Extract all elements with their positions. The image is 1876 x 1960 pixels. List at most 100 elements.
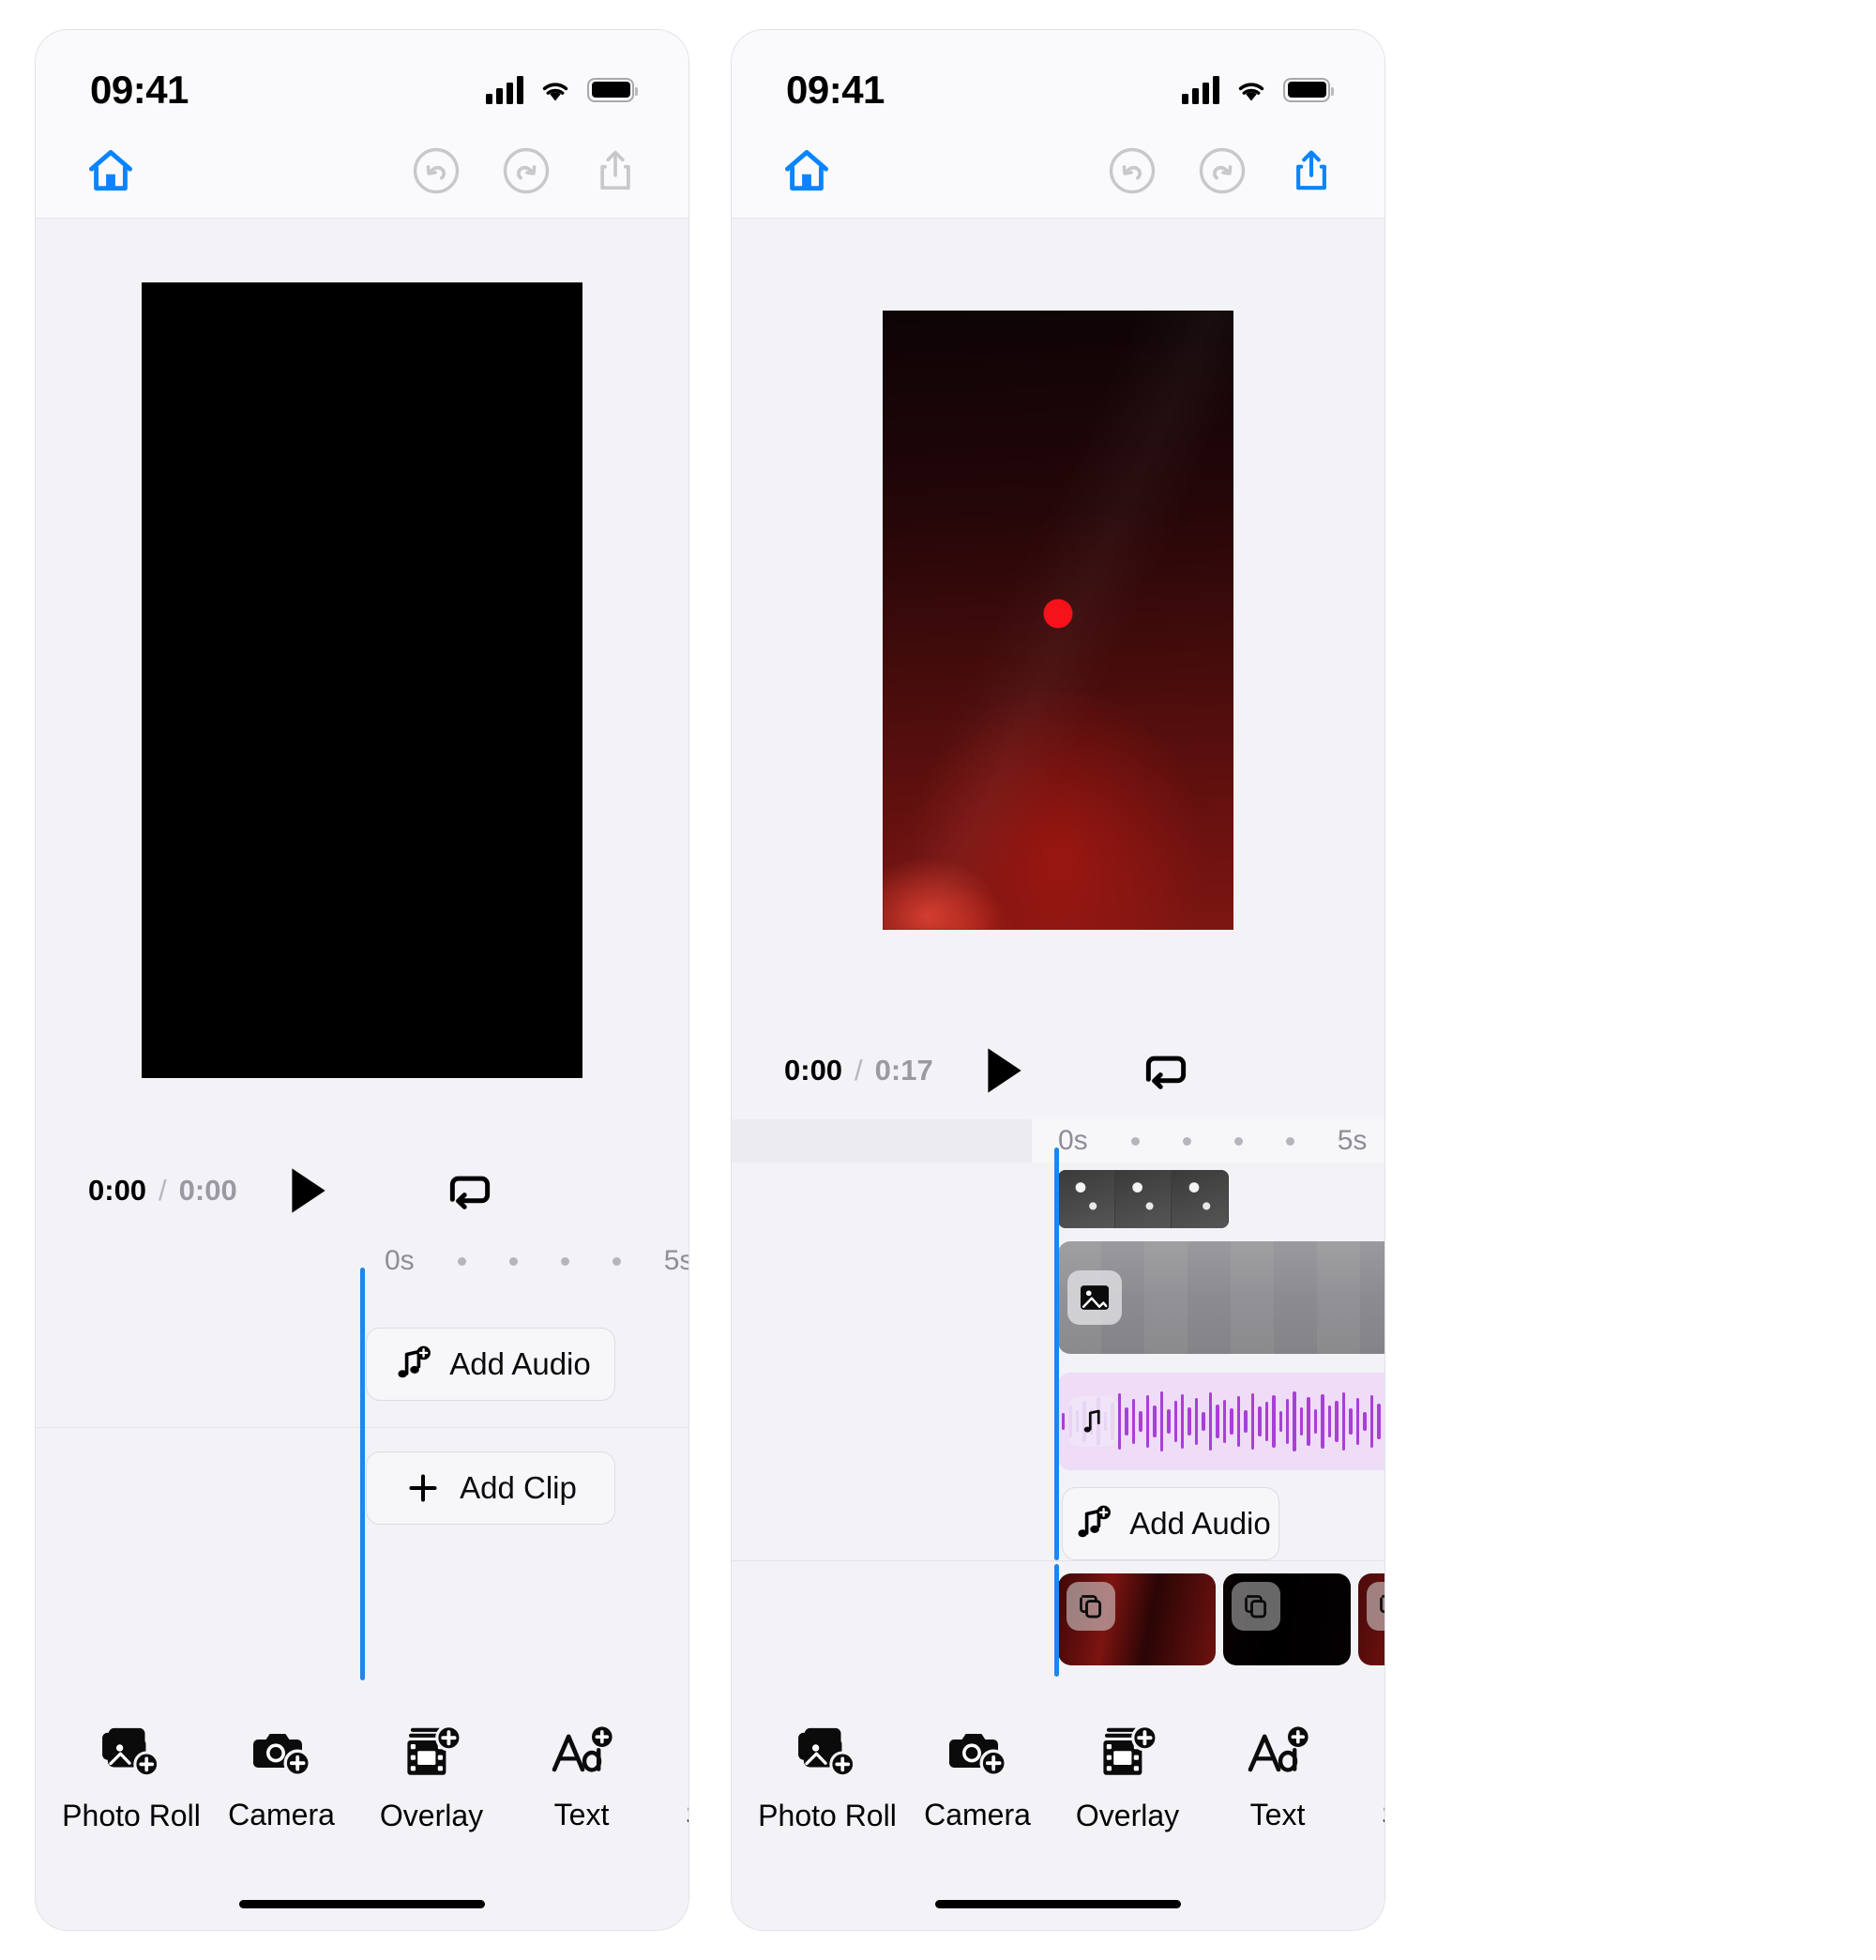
ruler-tick-0s: 0s <box>1058 1125 1088 1156</box>
status-indicators <box>486 75 638 104</box>
preview-canvas-video <box>883 311 1233 930</box>
add-audio-label: Add Audio <box>449 1346 591 1381</box>
nav-actions <box>411 145 640 201</box>
tool-label: Sticker <box>686 1798 688 1832</box>
home-indicator <box>36 1877 688 1930</box>
clip-thumbnail[interactable] <box>1058 1573 1216 1665</box>
playhead[interactable] <box>1054 1147 1059 1560</box>
add-audio-button[interactable]: Add Audio <box>1062 1487 1279 1560</box>
loop-button[interactable] <box>378 1167 562 1214</box>
timeline-empty[interactable]: 0s 5s 1 <box>36 1239 688 1680</box>
clip-strip[interactable] <box>732 1560 1384 1680</box>
music-note-plus-icon <box>398 1345 431 1378</box>
playback-controls <box>933 1045 1384 1096</box>
video-track-clip[interactable] <box>1058 1241 1384 1354</box>
tool-sticker[interactable]: Sticker <box>657 1726 688 1832</box>
ruler-dot <box>1233 1136 1243 1146</box>
tool-text[interactable]: Text <box>1203 1725 1353 1832</box>
tool-camera[interactable]: Camera <box>902 1726 1052 1832</box>
tool-label: Text <box>1249 1797 1306 1831</box>
phone-panel-empty-project: 09:41 0:00 / 0:00 0s 5s Add Audio Add Cl… <box>36 30 688 1930</box>
tool-overlay[interactable]: Overlay <box>1052 1724 1203 1833</box>
ruler-dot <box>1182 1136 1191 1146</box>
tool-camera[interactable]: Camera <box>206 1726 356 1832</box>
collapse-timeline-button[interactable] <box>562 1175 688 1207</box>
tool-label: Sticker <box>1382 1798 1384 1832</box>
video-preview-area[interactable] <box>732 219 1384 1022</box>
add-audio-button[interactable]: Add Audio <box>366 1328 615 1401</box>
collapse-timeline-button[interactable] <box>1258 1055 1384 1086</box>
layers-copy-icon <box>1232 1582 1280 1631</box>
audio-track-clip[interactable] <box>1058 1373 1384 1470</box>
ruler-dot <box>612 1256 621 1266</box>
camera-plus-icon <box>949 1733 1007 1777</box>
signal-bars-icon <box>486 75 523 104</box>
loop-button[interactable] <box>1074 1047 1258 1094</box>
status-bar: 09:41 <box>732 30 1384 129</box>
tool-label: Photo Roll <box>758 1798 897 1832</box>
add-audio-label: Add Audio <box>1129 1506 1271 1541</box>
ruler-tick-5s: 5s <box>663 1245 688 1276</box>
ruler-dot <box>508 1256 518 1266</box>
add-clip-button[interactable]: Add Clip <box>366 1451 615 1525</box>
wifi-icon <box>542 82 568 100</box>
overlay-track-clip[interactable] <box>1058 1170 1229 1228</box>
share-icon[interactable] <box>591 146 640 200</box>
camera-plus-icon <box>253 1733 311 1777</box>
ruler-tick-5s: 5s <box>1337 1125 1368 1156</box>
total-time: 0:00 <box>178 1174 237 1207</box>
bottom-toolbar: Photo Roll Camera Overlay Text <box>732 1680 1384 1877</box>
nav-bar <box>36 129 688 219</box>
bottom-toolbar: Photo Roll Camera Overlay Text <box>36 1680 688 1877</box>
undo-icon[interactable] <box>1107 145 1157 201</box>
share-icon[interactable] <box>1287 146 1336 200</box>
nav-bar <box>732 129 1384 219</box>
photo-stack-plus-icon <box>102 1727 160 1777</box>
ruler-dot <box>1130 1136 1140 1146</box>
battery-icon <box>587 77 638 102</box>
time-separator: / <box>855 1054 863 1086</box>
playback-bar: 0:00 / 0:00 <box>36 1142 688 1239</box>
home-icon[interactable] <box>780 144 833 202</box>
tool-label: Camera <box>924 1797 1031 1831</box>
status-bar: 09:41 <box>36 30 688 129</box>
playhead[interactable] <box>360 1268 365 1680</box>
redo-icon[interactable] <box>1197 145 1248 201</box>
tool-photo-roll[interactable]: Photo Roll <box>752 1725 902 1833</box>
play-button[interactable] <box>237 1165 378 1216</box>
red-dot-marker <box>1043 599 1073 629</box>
film-strip-plus-icon <box>1103 1724 1157 1775</box>
tool-photo-roll[interactable]: Photo Roll <box>56 1725 206 1833</box>
timeline-loaded[interactable]: 0s 5s 1 <box>732 1119 1384 1560</box>
ruler-dot <box>457 1256 466 1266</box>
time-display: 0:00 / 0:00 <box>88 1174 237 1208</box>
clipstrip-divider <box>732 1560 1384 1561</box>
status-clock: 09:41 <box>786 67 885 112</box>
tool-sticker[interactable]: Sticker <box>1353 1726 1384 1832</box>
photo-stack-plus-icon <box>798 1727 856 1777</box>
layers-copy-icon <box>1367 1582 1384 1631</box>
home-icon[interactable] <box>84 144 137 202</box>
time-display: 0:00 / 0:17 <box>784 1054 933 1087</box>
tool-label: Text <box>553 1797 610 1831</box>
playback-bar: 0:00 / 0:17 <box>732 1022 1384 1119</box>
play-button[interactable] <box>933 1045 1074 1096</box>
redo-icon[interactable] <box>501 145 552 201</box>
time-separator: / <box>159 1174 167 1207</box>
tool-overlay[interactable]: Overlay <box>356 1724 507 1833</box>
current-time: 0:00 <box>784 1054 843 1086</box>
video-preview-area[interactable] <box>36 219 688 1142</box>
nav-actions <box>1107 145 1336 201</box>
battery-icon <box>1283 77 1334 102</box>
playback-controls <box>237 1165 688 1216</box>
clip-thumbnail[interactable] <box>1223 1573 1351 1665</box>
tool-text[interactable]: Text <box>507 1725 657 1832</box>
screenshot-root: 09:41 0:00 / 0:00 0s 5s Add Audio Add Cl… <box>0 0 1876 1960</box>
ruler-dot <box>560 1256 569 1266</box>
status-indicators <box>1182 75 1334 104</box>
total-time: 0:17 <box>874 1054 933 1086</box>
film-strip-plus-icon <box>407 1724 461 1775</box>
clip-thumbnail[interactable] <box>1358 1573 1384 1665</box>
undo-icon[interactable] <box>411 145 461 201</box>
tool-label: Camera <box>228 1797 335 1831</box>
